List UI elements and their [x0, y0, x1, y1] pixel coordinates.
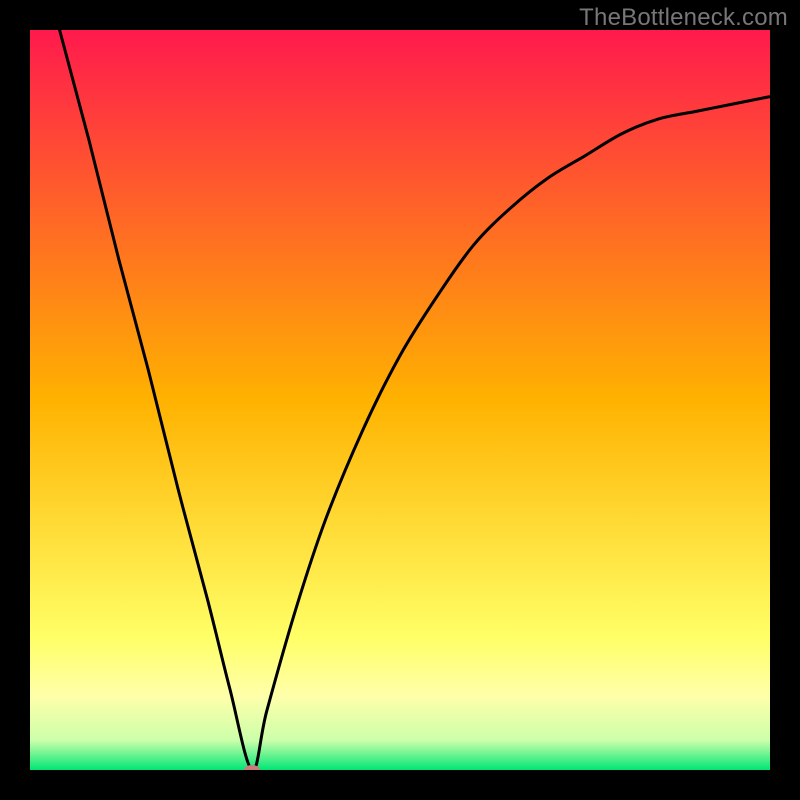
watermark-text: TheBottleneck.com: [579, 4, 788, 32]
chart-svg: [30, 30, 770, 770]
plot-area: [30, 30, 770, 770]
gradient-rect: [30, 30, 770, 770]
chart-frame: TheBottleneck.com: [0, 0, 800, 800]
min-marker-dot: [244, 765, 260, 770]
